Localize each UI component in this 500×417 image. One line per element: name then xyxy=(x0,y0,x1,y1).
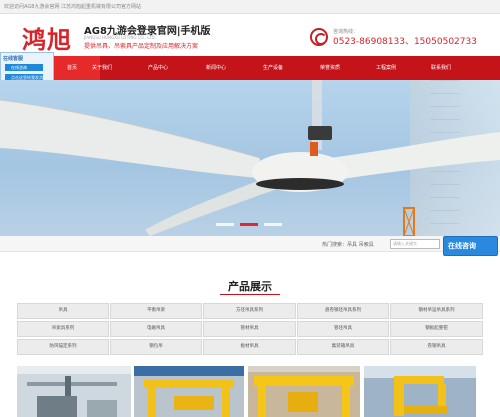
products-section-title: 产品展示 xyxy=(228,280,272,293)
hotline-number: 0523-86908133、15050502733 xyxy=(333,37,477,47)
category-item[interactable]: 电磁吊具 xyxy=(110,321,202,337)
category-item[interactable]: 吊具 xyxy=(17,303,109,319)
product-image-card[interactable] xyxy=(17,366,131,417)
wind-turbine-illustration xyxy=(0,80,500,236)
top-welcome-bar: 欢迎访问AG8九游会官网·江苏鸿旭起重机械有限公司官方网站 xyxy=(0,0,500,14)
product-image-card[interactable] xyxy=(134,366,244,417)
product-image-card[interactable] xyxy=(248,366,360,417)
company-english-name: JIANGSU HONGXU LIFTING CO., LTD. xyxy=(84,35,156,40)
category-item[interactable]: 管坯吊具 xyxy=(297,321,389,337)
hot-search-words[interactable]: 热门搜索：吊具 吊索具 xyxy=(322,241,374,248)
nav-item-contact[interactable]: 联系我们 xyxy=(413,56,469,80)
category-item[interactable]: 集装箱吊具 xyxy=(297,339,389,355)
search-bar: 热门搜索：吊具 吊索具 请输入关键字 xyxy=(0,236,500,252)
banner-slide-indicators xyxy=(216,223,286,229)
product-photo xyxy=(17,366,131,417)
product-image-card[interactable] xyxy=(364,366,476,417)
category-item[interactable]: 吊索具系列 xyxy=(17,321,109,337)
category-item[interactable]: 钢材吊运吊具系列 xyxy=(390,303,483,319)
product-image-strip xyxy=(0,366,500,417)
hero-banner xyxy=(0,80,500,236)
company-slogan: 提供吊具、吊索具产品定制及应用解决方案 xyxy=(84,43,199,50)
site-header: 鸿旭 AG8九游会登录官网|手机版 JIANGSU HONGXU LIFTING… xyxy=(0,14,500,54)
category-item[interactable]: 管材吊具 xyxy=(203,321,296,337)
category-item[interactable]: 钢板起重钳 xyxy=(390,321,483,337)
category-item[interactable]: 防风锚定系列 xyxy=(17,339,109,355)
product-photo xyxy=(364,366,476,417)
category-item[interactable]: 盘卷钢坯吊具系列 xyxy=(297,303,389,319)
category-item[interactable]: 卷钢吊具 xyxy=(390,339,483,355)
online-consult-button[interactable]: 在线咨询 xyxy=(5,64,43,71)
nav-item-cases[interactable]: 工程案例 xyxy=(358,56,414,80)
online-chat-button[interactable]: 在线咨询 xyxy=(443,236,498,256)
title-underline xyxy=(220,294,280,295)
company-logo[interactable]: 鸿旭 xyxy=(22,20,72,55)
search-input[interactable]: 请输入关键字 xyxy=(390,239,440,249)
category-item[interactable]: 钢包吊 xyxy=(110,339,202,355)
nav-item-equipment[interactable]: 生产设备 xyxy=(245,56,301,80)
product-photo xyxy=(134,366,244,417)
nav-item-products[interactable]: 产品中心 xyxy=(130,56,186,80)
category-item[interactable]: 方坯吊具系列 xyxy=(203,303,296,319)
slide-dot-3[interactable] xyxy=(264,223,282,226)
nav-item-about[interactable]: 关于我们 xyxy=(74,56,130,80)
nav-item-news[interactable]: 新闻中心 xyxy=(188,56,244,80)
category-item[interactable]: 平衡吊梁 xyxy=(110,303,202,319)
phone-icon xyxy=(310,28,328,46)
online-chat-label: 在线咨询 xyxy=(448,242,476,250)
product-photo xyxy=(248,366,360,417)
category-item[interactable]: 板材吊具 xyxy=(203,339,296,355)
welcome-text: 欢迎访问AG8九游会官网·江苏鸿旭起重机械有限公司官方网站 xyxy=(4,4,141,10)
slide-dot-2[interactable] xyxy=(240,223,258,226)
service-panel-title: 在线客服 xyxy=(3,56,24,62)
slide-dot-1[interactable] xyxy=(216,223,234,226)
nav-item-honors[interactable]: 荣誉资质 xyxy=(302,56,358,80)
product-category-grid: 吊具 平衡吊梁 方坯吊具系列 盘卷钢坯吊具系列 钢材吊运吊具系列 吊索具系列 电… xyxy=(17,303,483,357)
main-navigation: 首页 关于我们 产品中心 新闻中心 生产设备 荣誉资质 工程案例 联系我们 xyxy=(0,56,500,80)
